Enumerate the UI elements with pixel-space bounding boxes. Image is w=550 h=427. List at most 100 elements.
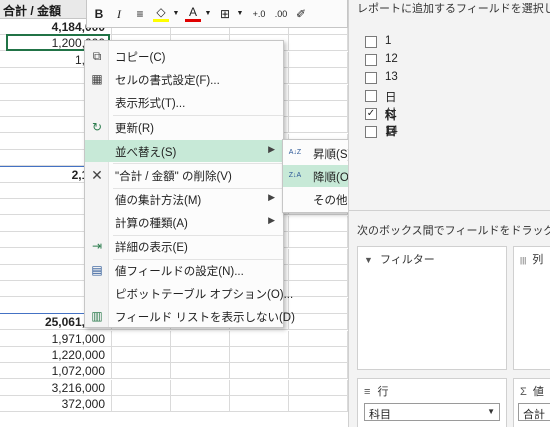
format-cells-icon: ▦: [91, 72, 103, 86]
menu-item-copy[interactable]: ⧉ コピー(C): [85, 45, 283, 67]
menu-item-label: フィールド リストを表示しない(D): [115, 312, 295, 324]
menu-item-refresh[interactable]: ↻ 更新(R): [85, 116, 283, 138]
menu-item-remove-field[interactable]: ✕ "合計 / 金額" の削除(V): [85, 164, 283, 186]
checkbox[interactable]: [365, 72, 377, 84]
cell-value[interactable]: 1,971,000: [0, 332, 108, 346]
border-dropdown-icon[interactable]: ▼: [235, 4, 245, 24]
align-center-icon[interactable]: ≡: [131, 4, 149, 24]
sort-ascending-icon: A↓Z: [288, 149, 302, 156]
table-row[interactable]: 1,072,000: [0, 363, 348, 380]
pane-divider[interactable]: [349, 210, 550, 211]
cell-value[interactable]: 1,220,000: [0, 348, 108, 362]
rows-icon: ≡: [364, 386, 371, 398]
fill-color-icon[interactable]: ◇: [153, 4, 169, 22]
sort-descending-icon: Z↓A: [288, 172, 302, 179]
italic-button[interactable]: I: [111, 4, 127, 24]
menu-item-label: 計算の種類(A): [115, 218, 188, 230]
decrease-decimal-icon[interactable]: .00: [271, 4, 291, 24]
font-color-dropdown-icon[interactable]: ▼: [203, 4, 213, 24]
rows-area-title: ≡ 行: [364, 383, 388, 399]
menu-item-show-details[interactable]: ⇥ 詳細の表示(E): [85, 235, 283, 257]
field-label: 13: [385, 71, 398, 83]
filter-area[interactable]: ▼ フィルター: [357, 246, 507, 370]
menu-item-format-cells[interactable]: ▦ セルの書式設定(F)...: [85, 68, 283, 90]
submenu-arrow-icon: ▶: [268, 144, 275, 154]
rows-area[interactable]: ≡ 行 科目 ▼: [357, 378, 507, 427]
table-row[interactable]: 372,000: [0, 396, 348, 413]
field-settings-icon: ▤: [91, 263, 103, 277]
filter-area-label: フィルター: [379, 254, 435, 266]
field-label: 14: [385, 125, 398, 137]
increase-decimal-icon[interactable]: +.0: [249, 4, 269, 24]
format-painter-icon[interactable]: ✐: [293, 4, 309, 24]
values-field-value: 合計: [523, 409, 545, 421]
copy-icon: ⧉: [92, 49, 102, 63]
bold-button[interactable]: B: [91, 4, 107, 24]
field-label: 1: [385, 35, 392, 47]
menu-item-number-format[interactable]: 表示形式(T)...: [85, 91, 283, 113]
mini-toolbar: B I ≡ ◇ ▼ A ▼ ⊞ ▼ +.0 .00 ✐: [86, 0, 348, 28]
menu-item-show-values-as[interactable]: 計算の種類(A) ▶: [85, 211, 283, 233]
empty-cells[interactable]: [111, 379, 348, 396]
empty-cells[interactable]: [111, 363, 348, 380]
menu-item-label: "合計 / 金額" の削除(V): [115, 171, 232, 183]
submenu-arrow-icon: ▶: [268, 215, 275, 225]
empty-cells[interactable]: [111, 347, 348, 363]
drag-instruction: 次のボックス間でフィールドをドラッグしてください: [357, 225, 550, 237]
menu-item-pivot-options[interactable]: ピボットテーブル オプション(O)...: [85, 282, 293, 304]
values-area-label: 値: [532, 386, 544, 398]
field-list-icon: ▥: [91, 309, 103, 323]
rows-field-dropdown[interactable]: 科目 ▼: [364, 403, 500, 421]
empty-cells[interactable]: [111, 330, 348, 347]
pivot-header-label: 合計 / 金額: [3, 4, 62, 18]
columns-area[interactable]: ||| 列: [513, 246, 550, 370]
columns-area-title: ||| 列: [520, 251, 543, 267]
values-area[interactable]: Σ 値 合計: [513, 378, 550, 427]
menu-item-label: 降順(O): [313, 172, 353, 184]
cell-value[interactable]: 1,072,000: [0, 364, 108, 378]
sigma-icon: Σ: [520, 386, 527, 398]
rows-field-value: 科目: [369, 409, 391, 421]
menu-item-summarize-by[interactable]: 値の集計方法(M) ▶: [85, 188, 283, 210]
checkbox[interactable]: [365, 126, 377, 138]
checkbox[interactable]: [365, 36, 377, 48]
table-row[interactable]: 1,971,000: [0, 330, 348, 347]
menu-item-label: 詳細の表示(E): [115, 242, 188, 254]
font-color-icon[interactable]: A: [185, 4, 201, 22]
fill-color-dropdown-icon[interactable]: ▼: [171, 4, 181, 24]
menu-item-value-field-settings[interactable]: ▤ 値フィールドの設定(N)...: [85, 259, 283, 281]
menu-item-sort[interactable]: 並べ替え(S) ▶: [85, 140, 283, 162]
refresh-icon: ↻: [91, 120, 103, 134]
empty-cells[interactable]: [111, 396, 348, 413]
menu-item-hide-field-list[interactable]: ▥ フィールド リストを表示しない(D): [85, 305, 295, 327]
delete-icon: ✕: [91, 167, 103, 183]
show-details-icon: ⇥: [91, 239, 103, 253]
menu-item-label: セルの書式設定(F)...: [115, 75, 220, 87]
cell-value[interactable]: 3,216,000: [0, 381, 108, 395]
checkbox[interactable]: [365, 90, 377, 102]
pivot-field-list-pane: レポートに追加するフィールドを選択してください 1 12 13 日付 ✓ 科目 …: [348, 0, 550, 427]
border-icon[interactable]: ⊞: [217, 4, 233, 24]
rows-area-label: 行: [377, 386, 389, 398]
menu-item-label: 並べ替え(S): [115, 147, 177, 159]
checkbox-checked[interactable]: ✓: [365, 108, 377, 120]
table-row[interactable]: 3,216,000: [0, 379, 348, 396]
menu-item-label: ピボットテーブル オプション(O)...: [115, 289, 294, 301]
menu-item-label: 値フィールドの設定(N)...: [115, 266, 244, 278]
context-menu: ⧉ コピー(C) ▦ セルの書式設定(F)... 表示形式(T)... ↻ 更新…: [84, 40, 295, 328]
field-label: 12: [385, 53, 398, 65]
columns-icon: |||: [520, 256, 527, 265]
menu-item-label: 値の集計方法(M): [115, 195, 202, 207]
menu-item-label: 更新(R): [115, 123, 154, 135]
filter-area-title: ▼ フィルター: [364, 251, 435, 267]
menu-item-label: 表示形式(T)...: [115, 98, 186, 110]
values-field-dropdown[interactable]: 合計: [518, 403, 550, 421]
dropdown-arrow-icon: ▼: [487, 407, 495, 416]
values-area-title: Σ 値: [520, 383, 544, 399]
submenu-arrow-icon: ▶: [268, 192, 275, 202]
checkbox[interactable]: [365, 54, 377, 66]
table-row[interactable]: 1,220,000: [0, 347, 348, 363]
cell-value[interactable]: 372,000: [0, 397, 108, 411]
filter-icon: ▼: [364, 255, 373, 265]
menu-item-label: 昇順(S): [313, 149, 352, 161]
